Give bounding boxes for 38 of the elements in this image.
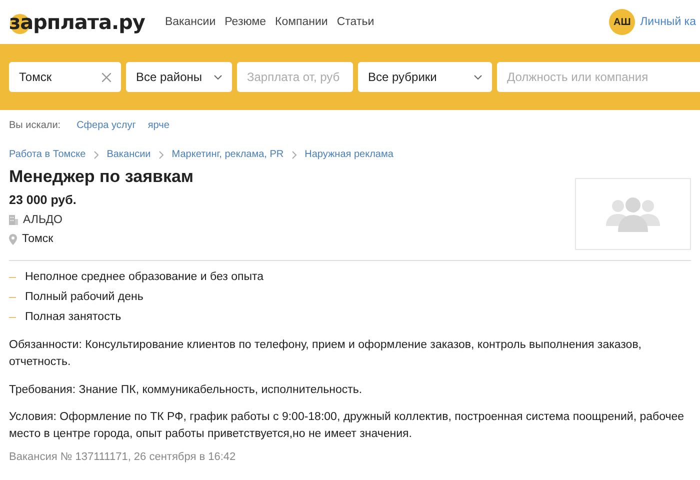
requirement-item: Полный рабочий день [25,291,144,303]
dropdown[interactable]: Все рубрики [358,62,492,92]
description-paragraph: Обязанности: Консультирование клиентов по телефону, прием и оформление заказов, контроль выполнения заказов, отчетность. [9,338,642,370]
input-field[interactable]: Зарплата от, руб [237,62,353,92]
vacancy-title: Менеджер по заявкам [9,167,194,187]
vacancy-meta: Вакансия № 137111171, 26 сентября в 16:42 [9,451,237,464]
nav-link[interactable]: Компании [275,16,328,28]
close-icon[interactable] [102,73,111,82]
search-history-link[interactable]: ярче [148,120,170,130]
description-paragraph: Условия: Оформление по ТК РФ, график работы с 9:00-18:00, дружный коллектив, построенная система поощрений, рабочее место в центре города, опыт работы приветствуется,но не имеет значения. [9,410,686,442]
breadcrumb-link[interactable]: Работа в Томске [9,149,86,160]
location-pin-icon [9,234,17,244]
requirement-item: Неполное среднее образование и без опыта [25,271,264,283]
nav-link[interactable]: Статьи [336,16,374,28]
dropdown[interactable]: Все районы [126,62,232,92]
avatar[interactable]: АШ [609,9,636,35]
salary: 23 000 руб. [9,193,78,207]
company-link[interactable]: АЛЬДО [23,214,62,226]
chevron-right-icon [94,150,99,158]
chevron-right-icon [292,150,297,158]
chevron-down-icon [214,74,222,80]
input-field[interactable]: Томск [9,62,121,92]
search-history-link[interactable]: Сфера услуг [76,120,136,130]
account-link[interactable]: Личный ка [640,16,696,28]
nav-link[interactable]: Вакансии [164,16,216,28]
nav-link[interactable]: Резюме [224,16,266,28]
chevron-down-icon [474,74,482,80]
chevron-right-icon [158,150,164,158]
breadcrumb-link[interactable]: Наружная реклама [304,149,394,160]
description-paragraph: Требования: Знание ПК, коммуникабельность, исполнительность. [9,382,364,398]
history-label: Вы искали: [9,120,61,130]
breadcrumb-link[interactable]: Вакансии [106,149,151,160]
input-field[interactable]: Должность или компания [497,62,700,92]
breadcrumb-link[interactable]: Маркетинг, реклама, PR [172,149,284,160]
people-icon [606,196,660,232]
requirement-item: Полная занятость [25,311,122,323]
city: Томск [22,233,54,245]
building-icon [9,215,18,225]
